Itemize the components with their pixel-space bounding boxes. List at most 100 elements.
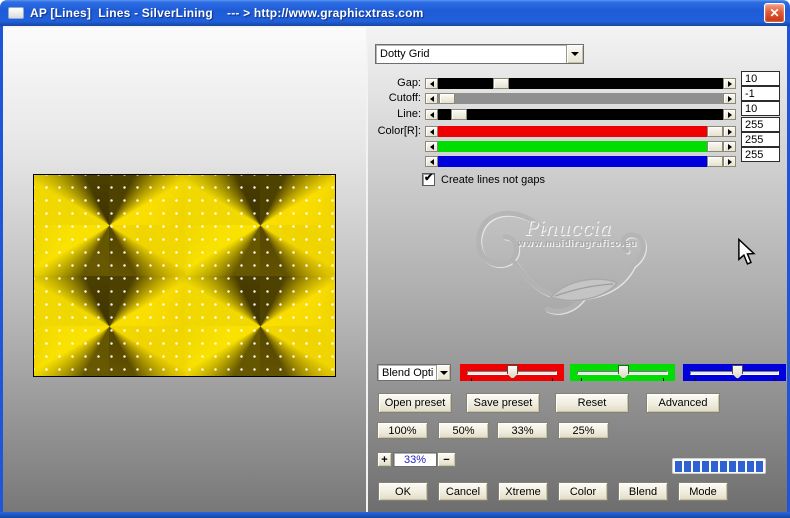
arrow-right-icon [727, 143, 732, 150]
blue-blend-slider[interactable] [683, 364, 786, 381]
left-arrow-button[interactable] [425, 126, 438, 137]
reset-button[interactable]: Reset [555, 393, 629, 413]
gap-slider[interactable] [425, 78, 736, 89]
window-border-bottom [0, 512, 790, 518]
create-lines-checkbox-label: Create lines not gaps [441, 173, 545, 186]
blend-options-dropdown-arrow[interactable] [436, 365, 450, 380]
zoom-33-button[interactable]: 33% [497, 422, 548, 439]
blend-options-dropdown[interactable]: Blend Opti [377, 364, 451, 381]
window-title: AP [Lines] Lines - SilverLining --- > ht… [30, 6, 424, 20]
line-label: Line: [397, 108, 421, 120]
mode-button[interactable]: Mode [678, 482, 728, 501]
open-preset-button[interactable]: Open preset [378, 393, 452, 413]
gap-value-box[interactable]: 10 [741, 71, 780, 86]
preview-panel [3, 28, 368, 512]
arrow-right-icon [727, 111, 732, 118]
right-arrow-button[interactable] [723, 156, 736, 167]
color-b-slider[interactable] [425, 156, 736, 167]
color-r-value-box[interactable]: 255 [741, 117, 780, 132]
plugin-window: AP [Lines] Lines - SilverLining --- > ht… [0, 0, 790, 518]
gap-slider-track[interactable] [438, 78, 723, 89]
color-g-value-box[interactable]: 255 [741, 132, 780, 147]
flourish-icon: Pinuccia Pinuccia www.maidiragrafico.eu … [476, 210, 647, 315]
blend-button[interactable]: Blend [618, 482, 668, 501]
mouse-cursor-icon [737, 237, 757, 271]
line-slider-track[interactable] [438, 109, 723, 120]
gap-slider-thumb[interactable] [493, 78, 509, 89]
pattern-preview-image[interactable] [33, 174, 336, 377]
tick-mark [581, 378, 582, 381]
cutoff-slider-track[interactable] [438, 93, 723, 104]
right-arrow-button[interactable] [723, 141, 736, 152]
color-g-slider-track[interactable] [438, 141, 723, 152]
color-b-slider-row [355, 156, 785, 168]
left-arrow-button[interactable] [425, 156, 438, 167]
zoom-50-button[interactable]: 50% [438, 422, 489, 439]
line-slider-row: Line: [355, 108, 785, 121]
right-arrow-button[interactable] [723, 109, 736, 120]
color-g-slider[interactable] [425, 141, 736, 152]
close-button[interactable]: ✕ [764, 3, 785, 23]
left-arrow-button[interactable] [425, 93, 438, 104]
zoom-in-button[interactable]: + [377, 452, 392, 467]
gap-label: Gap: [397, 77, 421, 89]
color-r-slider-track[interactable] [438, 126, 723, 137]
green-blend-slider-thumb[interactable] [618, 365, 629, 379]
color-r-slider-thumb[interactable] [707, 126, 723, 137]
watermark-url: www.maidiragrafico.eu [517, 239, 637, 249]
color-button[interactable]: Color [558, 482, 608, 501]
green-blend-slider[interactable] [570, 364, 675, 381]
arrow-right-icon [727, 80, 732, 87]
right-arrow-button[interactable] [723, 126, 736, 137]
arrow-left-icon [429, 128, 434, 135]
arrow-left-icon [429, 80, 434, 87]
tick-mark [552, 378, 553, 381]
zoom-level-field[interactable]: 33% [393, 452, 437, 467]
left-arrow-button[interactable] [425, 141, 438, 152]
right-arrow-button[interactable] [723, 78, 736, 89]
progress-bar [672, 458, 766, 474]
watermark: Pinuccia Pinuccia www.maidiragrafico.eu … [455, 193, 665, 328]
line-slider[interactable] [425, 109, 736, 120]
cutoff-slider-thumb[interactable] [439, 93, 455, 104]
arrow-right-icon [727, 128, 732, 135]
titlebar[interactable]: AP [Lines] Lines - SilverLining --- > ht… [0, 0, 790, 26]
arrow-right-icon [727, 95, 732, 102]
dialog-content: Dotty Grid Gap: Cutoff: Line: Color[R]: … [3, 26, 787, 512]
color-r-slider-row: Color[R]: [355, 125, 785, 138]
color-b-slider-thumb[interactable] [707, 156, 723, 167]
ok-button[interactable]: OK [378, 482, 428, 501]
advanced-button[interactable]: Advanced [646, 393, 720, 413]
cutoff-slider[interactable] [425, 93, 736, 104]
right-arrow-button[interactable] [723, 93, 736, 104]
color-r-slider[interactable] [425, 126, 736, 137]
line-slider-thumb[interactable] [451, 109, 467, 120]
zoom-100-button[interactable]: 100% [377, 422, 428, 439]
xtreme-button[interactable]: Xtreme [498, 482, 548, 501]
tick-mark [694, 378, 695, 381]
color-b-slider-track[interactable] [438, 156, 723, 167]
pattern-dropdown[interactable]: Dotty Grid [375, 44, 584, 64]
pattern-dropdown-arrow[interactable] [566, 45, 583, 63]
zoom-out-button[interactable]: − [437, 452, 456, 467]
color-g-slider-row [355, 141, 785, 153]
save-preset-button[interactable]: Save preset [466, 393, 540, 413]
color-g-slider-thumb[interactable] [707, 141, 723, 152]
cancel-button[interactable]: Cancel [438, 482, 488, 501]
create-lines-checkbox[interactable]: ✔ [422, 172, 435, 186]
color-b-value-box[interactable]: 255 [741, 147, 780, 162]
cutoff-value-box[interactable]: -1 [741, 86, 780, 101]
line-value-box[interactable]: 10 [741, 101, 780, 116]
color-r-label: Color[R]: [377, 125, 421, 137]
tick-mark [663, 378, 664, 381]
zoom-25-button[interactable]: 25% [558, 422, 609, 439]
gap-slider-row: Gap: [355, 77, 785, 90]
left-arrow-button[interactable] [425, 109, 438, 120]
chevron-down-icon [571, 52, 579, 56]
blue-blend-slider-thumb[interactable] [732, 365, 743, 379]
left-arrow-button[interactable] [425, 78, 438, 89]
red-blend-slider-thumb[interactable] [507, 365, 518, 379]
arrow-left-icon [429, 158, 434, 165]
app-icon [8, 7, 24, 19]
red-blend-slider[interactable] [460, 364, 564, 381]
